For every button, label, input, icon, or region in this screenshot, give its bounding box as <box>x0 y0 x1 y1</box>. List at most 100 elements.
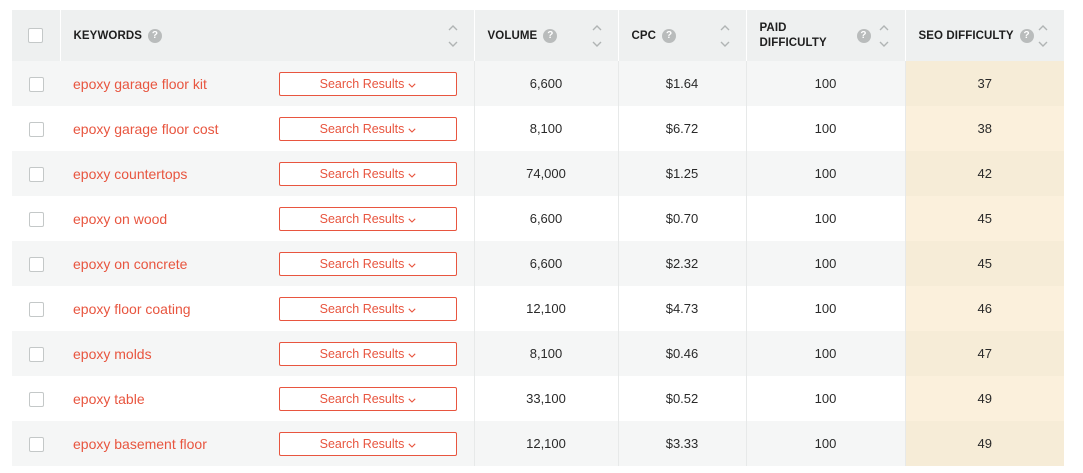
keyword-table-panel: KEYWORDS ? VOLUME ? CPC ? PAID DIFFICULT… <box>0 0 1083 473</box>
keyword-cell: epoxy garage floor kit Search Results <box>60 61 475 106</box>
cpc-cell: $2.32 <box>618 241 747 286</box>
row-checkbox[interactable] <box>28 211 44 227</box>
table-row: epoxy table Search Results 33,100 $0.52 … <box>12 376 1064 421</box>
seo-difficulty-cell: 47 <box>905 331 1064 376</box>
search-results-label: Search Results <box>319 346 405 361</box>
keyword-cell: epoxy garage floor cost Search Results <box>60 106 475 151</box>
help-icon[interactable]: ? <box>543 28 558 43</box>
keyword-link[interactable]: epoxy on wood <box>73 211 167 227</box>
table-body: epoxy garage floor kit Search Results 6,… <box>12 61 1064 466</box>
keyword-cell: epoxy on concrete Search Results <box>60 241 475 286</box>
search-results-button[interactable]: Search Results <box>279 296 457 321</box>
help-icon[interactable]: ? <box>856 28 871 43</box>
search-results-label: Search Results <box>319 391 405 406</box>
search-results-button[interactable]: Search Results <box>279 206 457 231</box>
keyword-link[interactable]: epoxy on concrete <box>73 256 187 272</box>
sort-icon[interactable] <box>592 24 602 47</box>
row-select-cell <box>12 286 60 331</box>
keyword-link[interactable]: epoxy floor coating <box>73 301 191 317</box>
search-results-label: Search Results <box>319 301 405 316</box>
row-select-cell <box>12 421 60 466</box>
select-all-checkbox[interactable] <box>28 28 44 43</box>
search-results-button[interactable]: Search Results <box>279 431 457 456</box>
row-checkbox[interactable] <box>28 436 44 452</box>
cpc-cell: $4.73 <box>618 286 747 331</box>
paid-difficulty-cell: 100 <box>746 331 906 376</box>
keyword-link[interactable]: epoxy molds <box>73 346 152 362</box>
help-icon[interactable]: ? <box>662 28 677 43</box>
help-icon[interactable]: ? <box>148 28 163 43</box>
row-select-cell <box>12 61 60 106</box>
chevron-down-icon <box>408 122 416 136</box>
volume-cell: 8,100 <box>474 106 619 151</box>
search-results-button[interactable]: Search Results <box>279 161 457 186</box>
row-checkbox[interactable] <box>28 391 44 407</box>
column-header-seo-difficulty-label: SEO DIFFICULTY <box>918 29 1014 42</box>
keyword-cell: epoxy molds Search Results <box>60 331 475 376</box>
table-row: epoxy molds Search Results 8,100 $0.46 1… <box>12 331 1064 376</box>
seo-difficulty-cell: 49 <box>905 376 1064 421</box>
keyword-link[interactable]: epoxy basement floor <box>73 436 207 452</box>
column-header-paid-difficulty[interactable]: PAID DIFFICULTY ? <box>746 10 906 61</box>
row-checkbox[interactable] <box>28 166 44 182</box>
cpc-cell: $0.70 <box>618 196 747 241</box>
search-results-button[interactable]: Search Results <box>279 386 457 411</box>
search-results-label: Search Results <box>319 211 405 226</box>
search-results-label: Search Results <box>319 166 405 181</box>
search-results-button[interactable]: Search Results <box>279 116 457 141</box>
row-select-cell <box>12 376 60 421</box>
paid-difficulty-line2: DIFFICULTY <box>759 36 827 49</box>
cpc-cell: $6.72 <box>618 106 747 151</box>
row-checkbox[interactable] <box>28 121 44 137</box>
table-row: epoxy garage floor cost Search Results 8… <box>12 106 1064 151</box>
table-row: epoxy garage floor kit Search Results 6,… <box>12 61 1064 106</box>
keyword-link[interactable]: epoxy table <box>73 391 145 407</box>
paid-difficulty-cell: 100 <box>746 151 906 196</box>
search-results-label: Search Results <box>319 76 405 91</box>
sort-icon[interactable] <box>720 24 730 47</box>
cpc-cell: $1.64 <box>618 61 747 106</box>
volume-cell: 12,100 <box>474 286 619 331</box>
table-row: epoxy on concrete Search Results 6,600 $… <box>12 241 1064 286</box>
row-checkbox[interactable] <box>28 256 44 272</box>
paid-difficulty-cell: 100 <box>746 286 906 331</box>
chevron-down-icon <box>408 212 416 226</box>
table-row: epoxy on wood Search Results 6,600 $0.70… <box>12 196 1064 241</box>
sort-icon[interactable] <box>879 24 889 47</box>
column-header-volume-label: VOLUME <box>487 29 538 42</box>
keywords-table: KEYWORDS ? VOLUME ? CPC ? PAID DIFFICULT… <box>12 10 1064 466</box>
volume-cell: 8,100 <box>474 331 619 376</box>
paid-difficulty-cell: 100 <box>746 61 906 106</box>
header-row: KEYWORDS ? VOLUME ? CPC ? PAID DIFFICULT… <box>12 10 1064 61</box>
row-checkbox[interactable] <box>28 346 44 362</box>
paid-difficulty-cell: 100 <box>746 196 906 241</box>
search-results-button[interactable]: Search Results <box>279 251 457 276</box>
search-results-button[interactable]: Search Results <box>279 341 457 366</box>
column-header-seo-difficulty[interactable]: SEO DIFFICULTY ? <box>905 10 1064 61</box>
row-checkbox[interactable] <box>28 76 44 92</box>
keyword-cell: epoxy table Search Results <box>60 376 475 421</box>
chevron-down-icon <box>408 167 416 181</box>
seo-difficulty-cell: 45 <box>905 241 1064 286</box>
search-results-label: Search Results <box>319 256 405 271</box>
sort-icon[interactable] <box>448 24 458 47</box>
chevron-down-icon <box>408 347 416 361</box>
keyword-link[interactable]: epoxy garage floor kit <box>73 76 207 92</box>
seo-difficulty-cell: 49 <box>905 421 1064 466</box>
help-icon[interactable]: ? <box>1019 28 1034 43</box>
chevron-down-icon <box>408 437 416 451</box>
column-header-volume[interactable]: VOLUME ? <box>474 10 619 61</box>
column-header-cpc-label: CPC <box>631 29 657 42</box>
sort-icon[interactable] <box>1038 24 1048 47</box>
search-results-label: Search Results <box>319 121 405 136</box>
keyword-cell: epoxy countertops Search Results <box>60 151 475 196</box>
column-header-keywords[interactable]: KEYWORDS ? <box>60 10 475 61</box>
cpc-cell: $1.25 <box>618 151 747 196</box>
cpc-cell: $0.46 <box>618 331 747 376</box>
column-header-cpc[interactable]: CPC ? <box>618 10 747 61</box>
row-checkbox[interactable] <box>28 301 44 317</box>
keyword-link[interactable]: epoxy countertops <box>73 166 187 182</box>
search-results-button[interactable]: Search Results <box>279 71 457 96</box>
keyword-cell: epoxy on wood Search Results <box>60 196 475 241</box>
keyword-link[interactable]: epoxy garage floor cost <box>73 121 219 137</box>
